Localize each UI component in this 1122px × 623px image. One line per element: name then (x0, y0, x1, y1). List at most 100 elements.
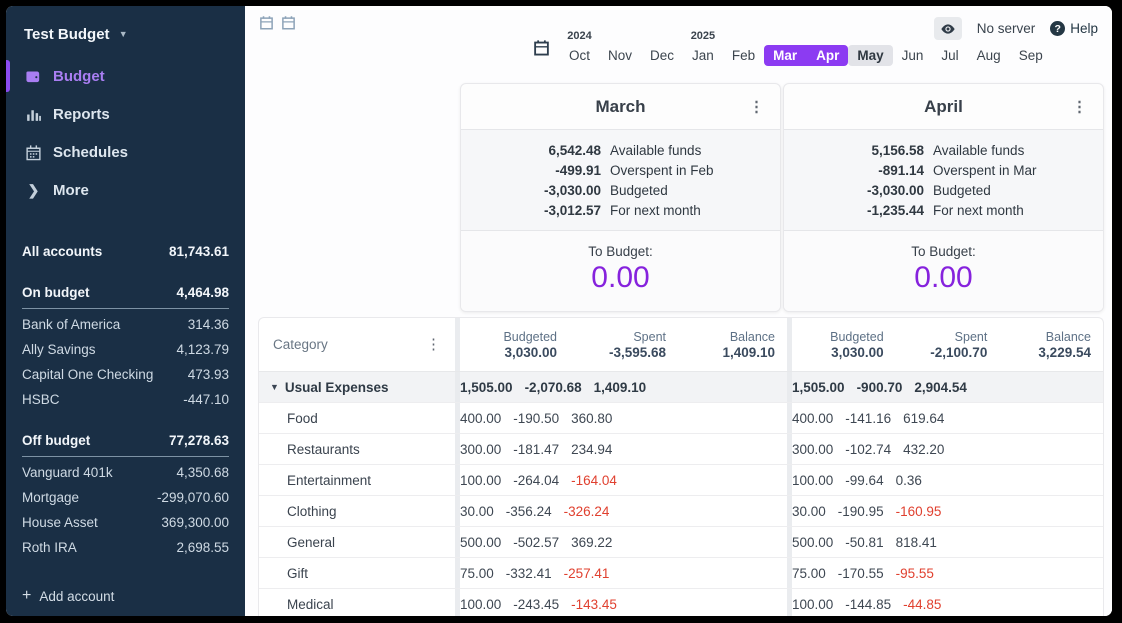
spent-cell[interactable]: -243.45 (513, 597, 571, 612)
spent-cell[interactable]: -502.57 (513, 535, 571, 550)
month-dec[interactable]: Dec (641, 30, 683, 66)
privacy-eye-button[interactable] (934, 17, 962, 40)
all-accounts-row[interactable]: All accounts 81,743.61 (22, 239, 229, 264)
account-balance: 4,350.68 (176, 465, 229, 480)
month-apr-selected[interactable]: Apr (807, 30, 848, 66)
group-spent: -2,070.68 (525, 380, 594, 395)
month-oct[interactable]: 2024Oct (560, 30, 599, 66)
account-row[interactable]: House Asset 369,300.00 (22, 510, 229, 535)
month-jun[interactable]: Jun (893, 30, 933, 66)
category-name[interactable]: General (259, 527, 455, 557)
category-name[interactable]: Clothing (259, 496, 455, 526)
balance-cell[interactable]: 234.94 (571, 442, 624, 457)
spent-cell[interactable]: -141.16 (845, 411, 903, 426)
spent-cell[interactable]: -190.95 (838, 504, 896, 519)
category-name[interactable]: Entertainment (259, 465, 455, 495)
budgeted-cell[interactable]: 400.00 (792, 411, 845, 426)
month-jan[interactable]: 2025Jan (683, 30, 723, 66)
all-accounts-label: All accounts (22, 244, 102, 259)
month-nov[interactable]: Nov (599, 30, 641, 66)
budgeted-cell[interactable]: 100.00 (460, 597, 513, 612)
category-name[interactable]: Food (259, 403, 455, 433)
budgeted-cell[interactable]: 100.00 (792, 597, 845, 612)
spent-cell[interactable]: -50.81 (845, 535, 895, 550)
balance-cell[interactable]: 0.36 (896, 473, 934, 488)
budgeted-cell[interactable]: 100.00 (792, 473, 845, 488)
account-name: HSBC (22, 392, 60, 407)
group-expander[interactable]: ▼Usual Expenses (259, 372, 455, 402)
spent-cell[interactable]: -181.47 (513, 442, 571, 457)
balance-cell[interactable]: -143.45 (571, 597, 629, 612)
one-month-view-icon[interactable] (259, 15, 274, 30)
balance-cell[interactable]: -164.04 (571, 473, 629, 488)
spent-cell[interactable]: -332.41 (506, 566, 564, 581)
budgeted-cell[interactable]: 75.00 (792, 566, 838, 581)
help-button[interactable]: ? Help (1050, 21, 1098, 36)
balance-cell[interactable]: -160.95 (896, 504, 954, 519)
group-name: Usual Expenses (285, 380, 389, 395)
spent-cell[interactable]: -102.74 (845, 442, 903, 457)
account-row[interactable]: Bank of America 314.36 (22, 312, 229, 337)
balance-cell[interactable]: -95.55 (896, 566, 946, 581)
balance-cell[interactable]: -44.85 (903, 597, 953, 612)
add-account-button[interactable]: + Add account (22, 588, 114, 604)
budgeted-cell[interactable]: 30.00 (460, 504, 506, 519)
category-name[interactable]: Restaurants (259, 434, 455, 464)
balance-cell[interactable]: 369.22 (571, 535, 624, 550)
category-row-medical: Medical 100.00 -243.45 -143.45 100.00 -1… (259, 589, 1103, 616)
spent-cell[interactable]: -170.55 (838, 566, 896, 581)
off-budget-row[interactable]: Off budget 77,278.63 (22, 428, 229, 453)
budgeted-cell[interactable]: 300.00 (460, 442, 513, 457)
balance-cell[interactable]: 360.80 (571, 411, 624, 426)
budgeted-cell[interactable]: 400.00 (460, 411, 513, 426)
category-name[interactable]: Medical (259, 589, 455, 616)
budgeted-cell[interactable]: 100.00 (460, 473, 513, 488)
month-menu-icon[interactable]: ⋮ (749, 99, 764, 114)
spent-cell[interactable]: -99.64 (845, 473, 895, 488)
account-row[interactable]: Roth IRA 2,698.55 (22, 535, 229, 560)
month-may[interactable]: May (848, 30, 892, 66)
budget-switcher[interactable]: Test Budget ▼ (6, 6, 245, 57)
budgeted-cell[interactable]: 300.00 (792, 442, 845, 457)
to-budget-value[interactable]: 0.00 (461, 261, 780, 295)
calendar-icon[interactable] (533, 39, 550, 61)
category-name[interactable]: Gift (259, 558, 455, 588)
balance-cell[interactable]: 619.64 (903, 411, 956, 426)
budgeted-cell[interactable]: 30.00 (792, 504, 838, 519)
two-month-view-icon[interactable] (281, 15, 296, 30)
spent-cell[interactable]: -144.85 (845, 597, 903, 612)
server-status[interactable]: No server (977, 21, 1036, 36)
calendar-icon (25, 144, 42, 161)
sidebar-item-more[interactable]: ❯ More (6, 171, 245, 209)
balance-cell[interactable]: -326.24 (564, 504, 622, 519)
spent-cell[interactable]: -190.50 (513, 411, 571, 426)
all-accounts-value: 81,743.61 (169, 244, 229, 259)
spent-cell[interactable]: -356.24 (506, 504, 564, 519)
balance-cell[interactable]: -257.41 (564, 566, 622, 581)
month-menu-icon[interactable]: ⋮ (1072, 99, 1087, 114)
budgeted-cell[interactable]: 75.00 (460, 566, 506, 581)
account-row[interactable]: Mortgage -299,070.60 (22, 485, 229, 510)
account-row[interactable]: Capital One Checking 473.93 (22, 362, 229, 387)
category-menu-icon[interactable]: ⋮ (426, 337, 441, 352)
year-label: 2025 (691, 30, 715, 45)
month-mar-selected[interactable]: Mar (764, 30, 807, 66)
balance-cell[interactable]: 818.41 (896, 535, 949, 550)
sidebar-item-budget[interactable]: Budget (6, 57, 245, 95)
account-row[interactable]: Vanguard 401k 4,350.68 (22, 460, 229, 485)
on-budget-row[interactable]: On budget 4,464.98 (22, 280, 229, 305)
spent-cell[interactable]: -264.04 (513, 473, 571, 488)
budgeted-cell[interactable]: 500.00 (792, 535, 845, 550)
sidebar-item-reports[interactable]: Reports (6, 95, 245, 133)
account-row[interactable]: HSBC -447.10 (22, 387, 229, 412)
on-budget-group: On budget 4,464.98 Bank of America 314.3… (22, 280, 229, 412)
to-budget-value[interactable]: 0.00 (784, 261, 1103, 295)
account-row[interactable]: Ally Savings 4,123.79 (22, 337, 229, 362)
budgeted-cell[interactable]: 500.00 (460, 535, 513, 550)
account-name: House Asset (22, 515, 98, 530)
sidebar-item-schedules[interactable]: Schedules (6, 133, 245, 171)
balance-cell[interactable]: 432.20 (903, 442, 956, 457)
to-budget-label: To Budget: (461, 244, 780, 259)
budgeted-total: 3,030.00 (831, 345, 884, 360)
month-feb[interactable]: Feb (723, 30, 764, 66)
